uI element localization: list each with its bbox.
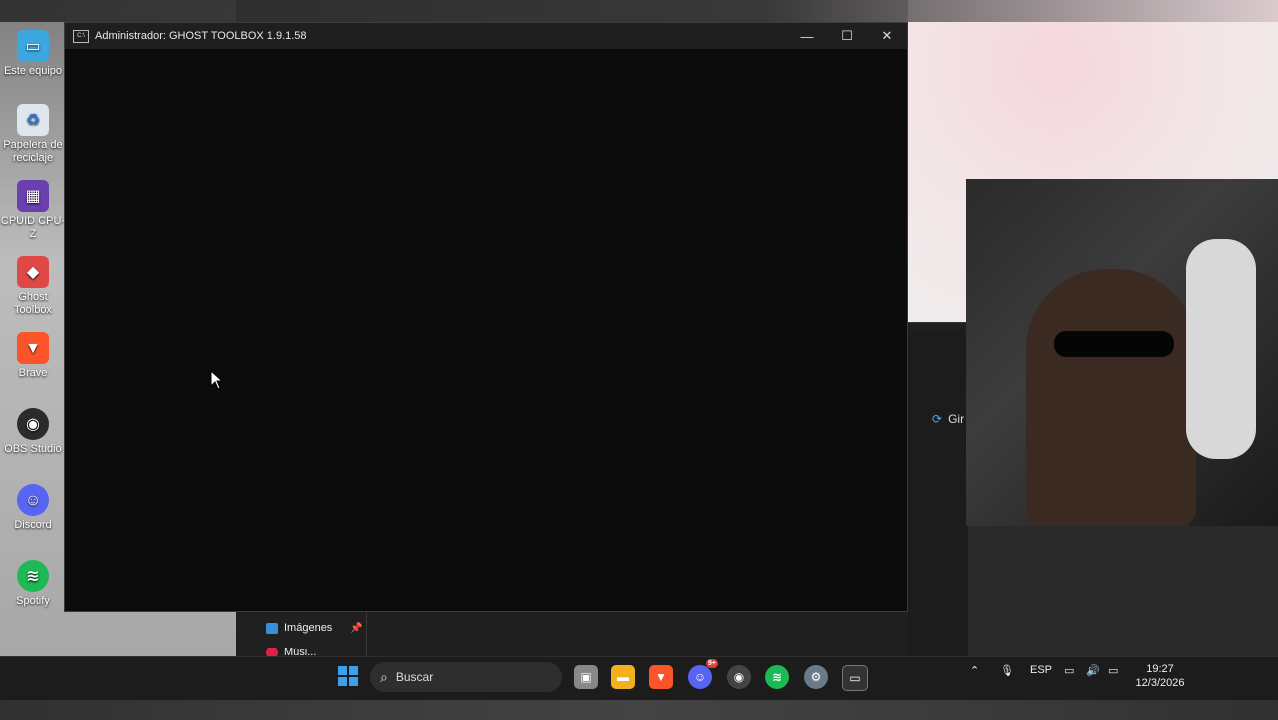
search-placeholder: Buscar [395,670,434,684]
taskbar [0,656,1278,701]
desktop-icon-ghost-toolbox[interactable]: ◆ Ghost Toolbox [0,256,66,317]
windows-logo-icon [349,666,358,675]
explorer-item-music[interactable]: Músi... [266,648,316,656]
console-output-area[interactable] [65,49,907,611]
desktop-icon-brave[interactable]: ▼ Brave [0,332,66,380]
recycle-bin-icon: ♻ [17,104,49,136]
taskbar-app-task-view[interactable]: ▣ [574,665,598,689]
taskbar-app-settings[interactable]: ⚙ [804,665,828,689]
desktop-icon-label: CPUID CPU-Z [0,215,66,240]
sunglasses [1054,331,1174,357]
microphone-icon[interactable]: 🎙 [1000,664,1014,677]
pin-icon: 📌 [350,622,363,634]
brave-icon: ▼ [17,332,49,364]
desktop-icon-discord[interactable]: ☺ Discord [0,484,66,532]
explorer-item-label: Imágenes [284,622,333,634]
desktop-icon-label: Ghost Toolbox [14,291,52,316]
person-silhouette [1026,269,1196,526]
discord-icon: ☺ [693,670,707,684]
minimize-button[interactable]: — [787,23,827,49]
desktop-icon-este-equipo[interactable]: ▭ Este equipo [0,30,66,78]
desktop-icon-label: Papelera de reciclaje [3,139,63,164]
console-titlebar[interactable]: C:\ Administrador: GHOST TOOLBOX 1.9.1.5… [65,23,907,49]
clock-time: 19:27 [1146,663,1174,675]
spotify-icon: ≋ [771,670,783,684]
desktop-icon-obs-studio[interactable]: ◉ OBS Studio [0,408,66,456]
obs-icon: ◉ [733,670,745,684]
desktop-icon-label: Spotify [16,595,50,607]
tray-overflow-chevron-icon[interactable]: ⌃ [970,664,979,677]
start-button[interactable] [338,666,358,686]
console-app-icon: C:\ [73,29,89,43]
maximize-button[interactable]: ☐ [827,23,867,49]
background-window-strip [0,0,1278,22]
background-explorer-right [908,330,968,656]
network-icon[interactable]: ▭ [1064,664,1074,677]
images-icon [266,622,278,634]
clock-date: 12/3/2026 [1135,677,1185,689]
ghost-toolbox-icon: ◆ [17,256,49,288]
gear-icon: ⚙ [810,670,822,684]
monitor-icon: ▭ [17,30,49,62]
microphone [1186,239,1256,459]
window-title: Administrador: GHOST TOOLBOX 1.9.1.58 [95,30,307,42]
taskbar-app-obs[interactable]: ◉ [727,665,751,689]
explorer-item-images[interactable]: Imágenes 📌 [266,622,363,634]
rotate-label: Gir [948,412,965,426]
folder-icon: ▬ [617,670,629,684]
taskbar-reflection [0,700,1278,720]
cpu-z-icon: ▦ [17,180,49,212]
discord-icon: ☺ [17,484,49,516]
webcam-overlay [966,179,1278,526]
explorer-item-label: Músi... [284,648,317,656]
close-button[interactable]: ✕ [867,23,907,49]
desktop-icon-label: OBS Studio [4,443,62,455]
mouse-cursor-icon [210,370,224,390]
language-indicator[interactable]: ESP [1030,664,1052,676]
rotate-icon: ⟳ [932,412,943,426]
task-view-icon: ▣ [580,670,592,684]
taskbar-app-spotify[interactable]: ≋ [765,665,789,689]
taskbar-app-brave[interactable]: ▼ [649,665,673,689]
music-icon [266,648,278,656]
taskbar-clock[interactable]: 19:27 12/3/2026 [1128,662,1192,690]
spotify-icon: ≋ [17,560,49,592]
desktop-icon-recycle-bin[interactable]: ♻ Papelera de reciclaje [0,104,66,165]
windows-logo-icon [338,666,347,675]
taskbar-app-discord[interactable]: ☺ 9+ [688,659,718,689]
search-icon: ⌕ [380,668,388,685]
desktop-icon-label: Este equipo [3,65,63,77]
windows-logo-icon [338,677,347,686]
desktop-icon-label: Discord [14,519,52,531]
battery-icon[interactable]: ▭ [1108,664,1118,677]
taskbar-app-file-explorer[interactable]: ▬ [611,665,635,689]
notification-badge: 9+ [706,659,718,668]
terminal-icon: ▭ [849,671,861,685]
volume-icon[interactable]: 🔊 [1086,664,1100,677]
desktop-icon-label: Brave [18,367,48,379]
obs-icon: ◉ [17,408,49,440]
desktop-icon-cpu-z[interactable]: ▦ CPUID CPU-Z [0,180,66,241]
rotate-button[interactable]: ⟳ Gir [932,412,964,426]
desktop-icon-spotify[interactable]: ≋ Spotify [0,560,66,608]
taskbar-app-terminal[interactable]: ▭ [842,665,868,691]
taskbar-search[interactable]: ⌕ Buscar [370,662,562,692]
console-window[interactable]: C:\ Administrador: GHOST TOOLBOX 1.9.1.5… [64,22,908,612]
brave-icon: ▼ [655,670,667,684]
windows-logo-icon [349,677,358,686]
